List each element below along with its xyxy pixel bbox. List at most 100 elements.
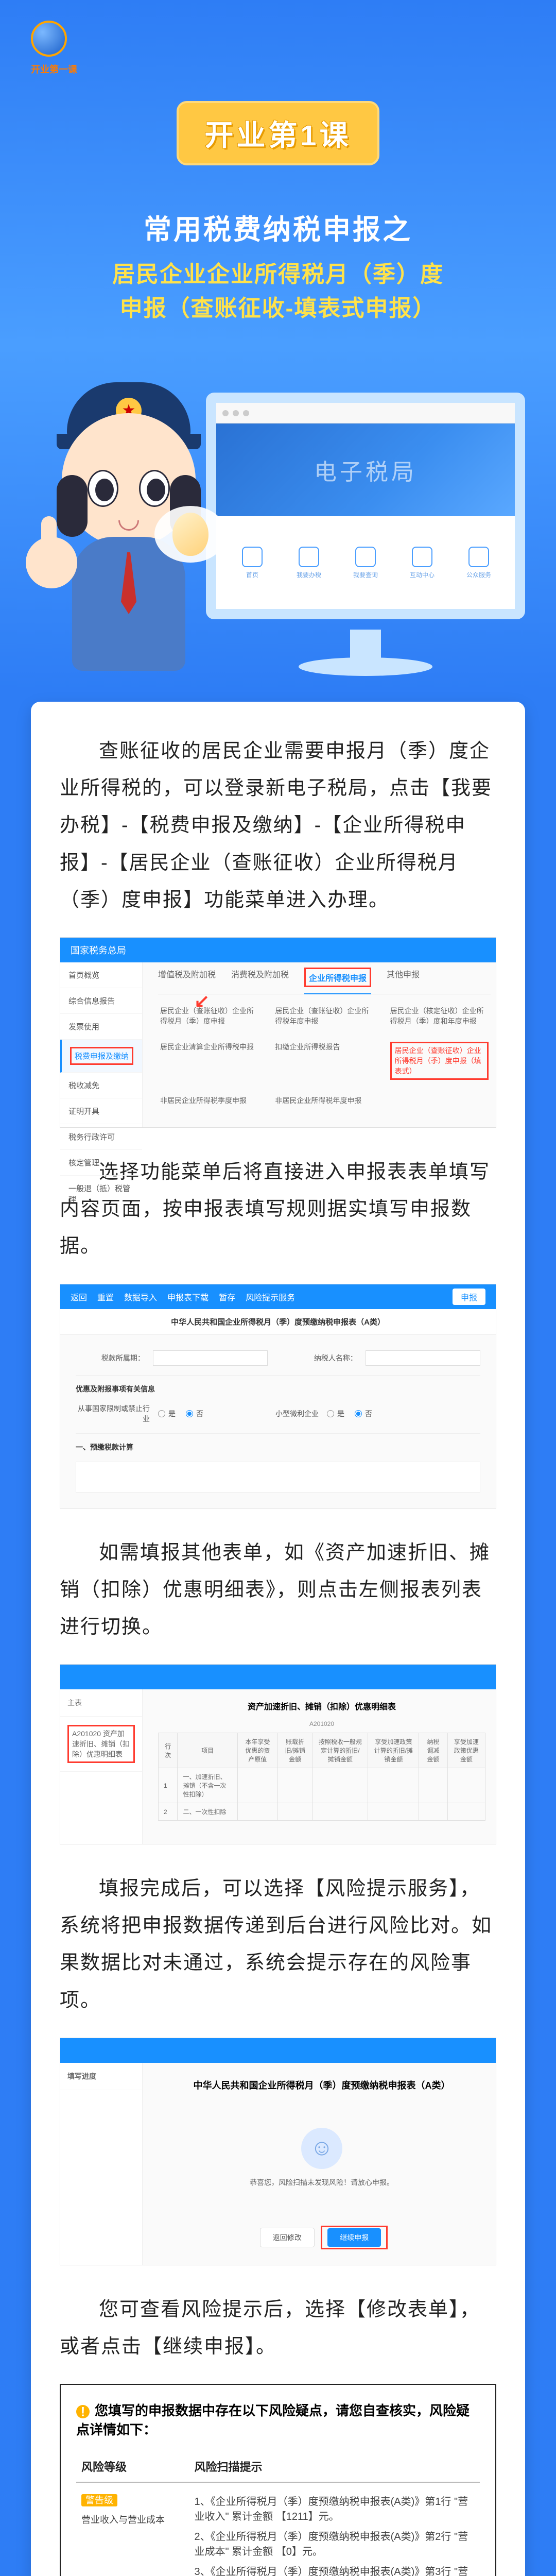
nav-icon — [242, 547, 263, 567]
toolbar-btn[interactable]: 返回 — [71, 1291, 87, 1303]
ss3-report-list: 主表 A201020 资产加速折旧、摊销（扣除）优惠明细表 — [60, 1689, 143, 1844]
paragraph-5: 您可查看风险提示后，选择【修改表单】，或者点击【继续申报】。 — [60, 2291, 496, 2365]
risk-msg-cell: 1、《企业所得税月（季）度预缴纳税申报表(A类)》第1行 "营业收入" 累计金额… — [189, 2482, 480, 2576]
risk-row: 警告级 营业收入与营业成本 1、《企业所得税月（季）度预缴纳税申报表(A类)》第… — [76, 2482, 480, 2576]
nav-icon — [468, 547, 489, 567]
monitor-nav-item: 我要办税 — [283, 527, 335, 599]
menu-item-highlight[interactable]: 居民企业（查账征收）企业所得税月（季）度申报（填表式） — [388, 1039, 491, 1083]
btn-continue-declare[interactable]: 继续申报 — [327, 2228, 381, 2247]
period-input[interactable] — [153, 1350, 268, 1366]
sidebar-item[interactable]: 首页概览 — [60, 962, 142, 988]
toolbar-btn[interactable]: 数据导入 — [124, 1291, 157, 1303]
logo-text: 开业第一课 — [31, 62, 93, 76]
toolbar-btn[interactable]: 重置 — [97, 1291, 114, 1303]
btn-back-modify[interactable]: 返回修改 — [260, 2228, 315, 2247]
toolbar-btn[interactable]: 申报表下载 — [167, 1291, 208, 1303]
intro-subtitle-2: 申报（查账征收-填表式申报） — [46, 292, 510, 326]
sidebar-item[interactable]: 一般退（抵）税管理 — [60, 1176, 142, 1212]
sidebar-item[interactable]: 税收减免 — [60, 1073, 142, 1098]
highlight-arrow-icon: ↙ — [194, 990, 210, 1012]
field-label: 从事国家限制或禁止行业 — [76, 1403, 158, 1424]
tab[interactable]: 其他申报 — [387, 968, 420, 988]
th: 项目 — [178, 1733, 238, 1768]
title-badge: 开业第1课 — [177, 101, 379, 165]
warning-icon: ! — [76, 2405, 90, 2418]
screenshot-menu-nav: 国家税务总局 首页概览 综合信息报告 发票使用 税费申报及缴纳 税收减免 证明开… — [60, 937, 496, 1128]
sidebar-item[interactable]: 税务行政许可 — [60, 1124, 142, 1150]
asset-depreciation-table: 行次 项目 本年享受优惠的资产原值 账载折旧/摊销金额 按照税收一般规定计算的折… — [158, 1733, 485, 1821]
tab[interactable]: 消费税及附加税 — [231, 968, 289, 988]
radio-yes[interactable] — [327, 1410, 334, 1417]
intro-subtitle-1: 居民企业企业所得税月（季）度 — [46, 258, 510, 292]
monitor-nav-item: 公众服务 — [453, 527, 505, 599]
content-card: 查账征收的居民企业需要申报月（季）度企业所得税的，可以登录新电子税局，点击【我要… — [31, 702, 525, 2576]
nav-icon — [299, 547, 319, 567]
section-header: 优惠及附报事项有关信息 — [76, 1384, 155, 1394]
toolbar-btn[interactable]: 风险提示服务 — [246, 1291, 295, 1303]
th: 享受加速政策优惠金额 — [447, 1733, 485, 1768]
smile-icon — [301, 2128, 342, 2169]
field-label: 纳税人名称： — [288, 1353, 366, 1363]
sidebar-item[interactable]: 证明开具 — [60, 1098, 142, 1124]
monitor-nav-item: 我要查询 — [340, 527, 391, 599]
toolbar-btn[interactable]: 暂存 — [219, 1291, 235, 1303]
ss4-sidebar: 填写进度 — [60, 2063, 143, 2265]
radio-no[interactable] — [186, 1410, 193, 1417]
hero-area: 电子税局 首页 我要办税 我要查询 互动中心 公众服务 — [31, 362, 525, 671]
report-list-item-active[interactable]: A201020 资产加速折旧、摊销（扣除）优惠明细表 — [60, 1717, 142, 1772]
ss2-form-title: 中华人民共和国企业所得税月（季）度预缴纳税申报表（A类） — [60, 1309, 496, 1335]
risk-detail-card: !您填写的申报数据中存在以下风险疑点，请您自查核实，风险疑点详情如下： 风险等级… — [60, 2384, 496, 2576]
risk-table: 风险等级 风险扫描提示 警告级 营业收入与营业成本 1、《企业所得税月（季）度预… — [76, 2451, 480, 2576]
menu-item[interactable]: 扣缴企业所得税报告 — [273, 1039, 375, 1083]
th: 账载折旧/摊销金额 — [277, 1733, 312, 1768]
menu-item[interactable]: 居民企业（核定征收）企业所得税月（季）度和年度申报 — [388, 1003, 491, 1029]
intro-box: 常用税费纳税申报之 居民企业企业所得税月（季）度 申报（查账征收-填表式申报） — [31, 191, 525, 341]
menu-item[interactable]: 非居民企业所得税年度申报 — [273, 1092, 375, 1109]
menu-item[interactable]: 居民企业（查账征收）企业所得税年度申报 — [273, 1003, 375, 1029]
radio-no[interactable] — [355, 1410, 362, 1417]
monitor-illustration: 电子税局 首页 我要办税 我要查询 互动中心 公众服务 — [206, 393, 525, 619]
menu-item[interactable]: 居民企业清算企业所得税申报 — [158, 1039, 260, 1083]
th: 纳税调减金额 — [419, 1733, 447, 1768]
risk-level-cell: 警告级 营业收入与营业成本 — [76, 2482, 189, 2576]
screenshot-form-fill: 返回 重置 数据导入 申报表下载 暂存 风险提示服务 申报 中华人民共和国企业所… — [60, 1284, 496, 1509]
ss1-header: 国家税务总局 — [60, 938, 496, 962]
ss4-title: 中华人民共和国企业所得税月（季）度预缴纳税申报表（A类） — [160, 2078, 483, 2092]
course-logo: 开业第一课 — [31, 21, 93, 67]
monitor-banner: 电子税局 — [216, 423, 515, 516]
th-risk-level: 风险等级 — [76, 2451, 189, 2482]
ss3-toolbar — [60, 1665, 496, 1689]
sidebar-item[interactable]: 发票使用 — [60, 1014, 142, 1040]
risk-empty-state: 恭喜您，风险扫描未发现风险！请放心申报。 — [160, 2107, 483, 2213]
form-row: 税款所属期： 纳税人名称： — [76, 1350, 480, 1366]
nav-icon — [355, 547, 376, 567]
sidebar-item[interactable]: 综合信息报告 — [60, 988, 142, 1014]
th: 本年享受优惠的资产原值 — [238, 1733, 278, 1768]
th-risk-msg: 风险扫描提示 — [189, 2451, 480, 2482]
tab-active[interactable]: 企业所得税申报 — [304, 968, 371, 994]
ss3-table-title: 资产加速折旧、摊销（扣除）优惠明细表 — [158, 1700, 485, 1712]
th: 享受加速政策计算的折旧/摊销金额 — [368, 1733, 419, 1768]
risk-empty-msg: 恭喜您，风险扫描未发现风险！请放心申报。 — [160, 2177, 483, 2188]
paragraph-3: 如需填报其他表单，如《资产加速折旧、摊销（扣除）优惠明细表》，则点击左侧报表列表… — [60, 1534, 496, 1646]
ss3-table-code: A201020 — [158, 1720, 485, 1727]
menu-item[interactable]: 非居民企业所得税季度申报 — [158, 1092, 260, 1109]
monitor-nav: 首页 我要办税 我要查询 互动中心 公众服务 — [216, 516, 515, 609]
sidebar-item[interactable]: 核定管理 — [60, 1150, 142, 1176]
ss1-menu-grid: 居民企业（查账征收）企业所得税月（季）度申报 居民企业（查账征收）企业所得税年度… — [158, 1003, 491, 1109]
field-label: 小型微利企业 — [245, 1409, 327, 1419]
th: 行次 — [159, 1733, 178, 1768]
paragraph-1: 查账征收的居民企业需要申报月（季）度企业所得税的，可以登录新电子税局，点击【我要… — [60, 733, 496, 919]
screenshot-risk-scan: 填写进度 中华人民共和国企业所得税月（季）度预缴纳税申报表（A类） 恭喜您，风险… — [60, 2038, 496, 2265]
sidebar-item-active[interactable]: 税费申报及缴纳 — [60, 1040, 142, 1073]
monitor-nav-item: 首页 — [227, 527, 278, 599]
report-list-item[interactable]: 主表 — [60, 1689, 142, 1717]
company-input[interactable] — [366, 1350, 480, 1366]
th: 按照税收一般规定计算的折旧/摊销金额 — [312, 1733, 368, 1768]
tab[interactable]: 增值税及附加税 — [158, 968, 216, 988]
toolbar-btn[interactable]: 申报 — [453, 1289, 485, 1305]
radio-yes[interactable] — [158, 1410, 165, 1417]
screenshot-asset-table: 主表 A201020 资产加速折旧、摊销（扣除）优惠明细表 资产加速折旧、摊销（… — [60, 1664, 496, 1844]
monitor-nav-item: 互动中心 — [396, 527, 448, 599]
logo-area: 开业第一课 — [0, 21, 556, 75]
